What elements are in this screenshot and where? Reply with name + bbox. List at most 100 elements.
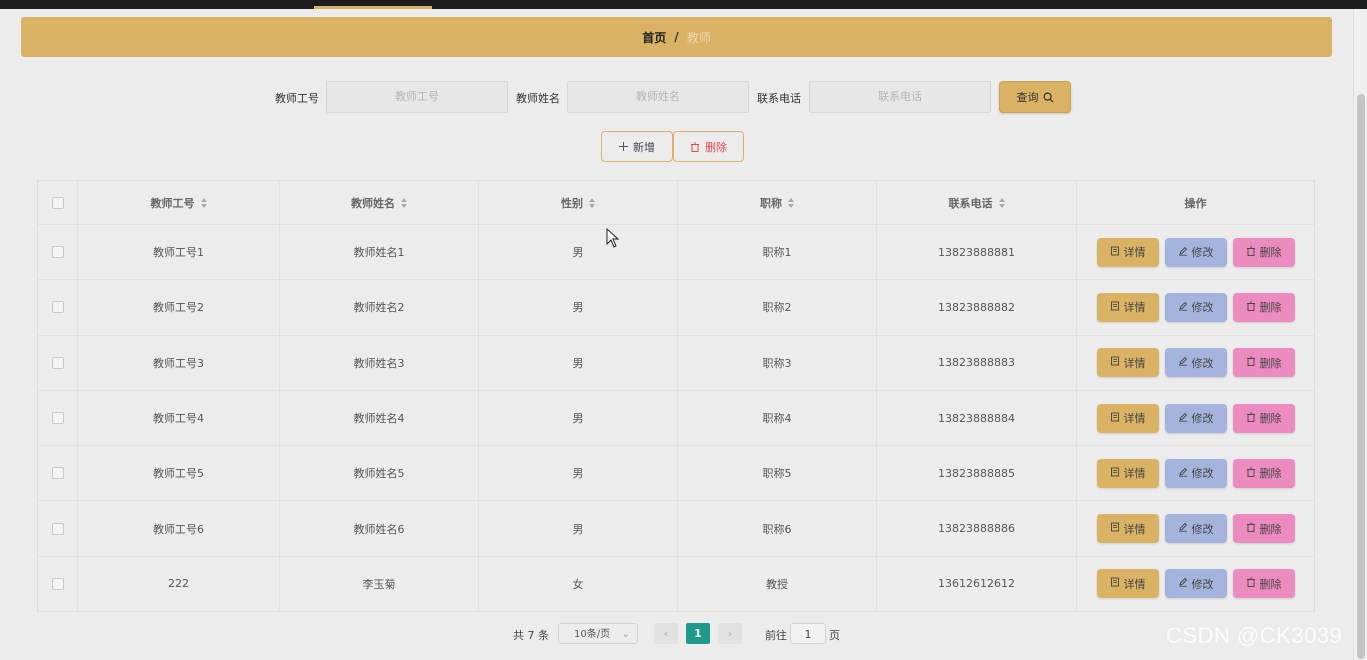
sort-icon[interactable] — [589, 197, 595, 208]
detail-button[interactable]: 详情 — [1096, 292, 1159, 322]
detail-button[interactable]: 详情 — [1096, 237, 1159, 267]
col-phone[interactable]: 联系电话 — [877, 181, 1077, 224]
trash-icon — [1246, 522, 1256, 535]
cell-text: 男 — [572, 246, 584, 260]
edit-button[interactable]: 修改 — [1164, 458, 1227, 488]
edit-button[interactable]: 修改 — [1164, 514, 1227, 544]
col-teacher-name[interactable]: 教师姓名 — [280, 181, 479, 224]
row-delete-button[interactable]: 删除 — [1232, 348, 1295, 378]
chevron-right-icon: › — [727, 627, 733, 640]
cell-teacher-id: 教师工号1 — [78, 225, 280, 280]
cell-phone: 13823888881 — [877, 225, 1077, 280]
cell-teacher-id: 教师工号4 — [78, 390, 280, 446]
breadcrumb-home[interactable]: 首页 — [642, 29, 666, 46]
pencil-icon — [1178, 467, 1188, 480]
cell-teacher-id: 教师工号5 — [78, 446, 280, 501]
edit-button[interactable]: 修改 — [1164, 348, 1227, 378]
vertical-scrollbar[interactable] — [1353, 9, 1367, 660]
pencil-icon — [1178, 522, 1188, 535]
cell-text: 13823888886 — [938, 522, 1015, 536]
row-delete-button[interactable]: 删除 — [1232, 292, 1295, 322]
row-checkbox[interactable] — [51, 522, 64, 535]
sort-icon[interactable] — [401, 197, 407, 208]
row-checkbox[interactable] — [51, 412, 64, 425]
cell-title: 职称2 — [678, 280, 877, 335]
teacher-name-input[interactable]: 教师姓名 — [567, 81, 749, 113]
delete-label: 删除 — [1259, 246, 1282, 260]
row-checkbox[interactable] — [51, 356, 64, 369]
search-icon — [1042, 91, 1053, 102]
col-label: 性别 — [561, 196, 583, 210]
edit-button[interactable]: 修改 — [1164, 292, 1227, 322]
cell-text: 教师姓名2 — [353, 301, 405, 315]
teacher-id-input[interactable]: 教师工号 — [326, 81, 508, 113]
cell-teacher-name: 李玉菊 — [280, 556, 479, 612]
row-delete-button[interactable]: 删除 — [1232, 237, 1295, 267]
detail-button[interactable]: 详情 — [1096, 458, 1159, 488]
edit-button[interactable]: 修改 — [1164, 237, 1227, 267]
detail-button[interactable]: 详情 — [1096, 569, 1159, 599]
teacher-id-label: 教师工号 — [275, 92, 319, 105]
query-button[interactable]: 查询 — [999, 81, 1071, 113]
cell-operations: 详情 修改 删除 — [1077, 280, 1314, 334]
col-title[interactable]: 职称 — [678, 181, 877, 224]
table-row: 222 李玉菊 女 教授 13612612612 详情 修改 删除 — [38, 556, 1314, 613]
phone-input[interactable]: 联系电话 — [809, 81, 991, 113]
goto-page-input[interactable]: 1 — [790, 623, 826, 644]
edit-button[interactable]: 修改 — [1164, 403, 1227, 433]
row-select-cell — [38, 501, 78, 556]
cell-phone: 13823888884 — [877, 390, 1077, 446]
add-button[interactable]: 新增 — [601, 131, 673, 162]
detail-button[interactable]: 详情 — [1096, 514, 1159, 544]
cell-text: 男 — [572, 467, 584, 481]
cell-gender: 女 — [479, 556, 678, 612]
cell-gender: 男 — [479, 225, 678, 280]
cell-text: 教师姓名3 — [353, 356, 405, 370]
prev-page-button[interactable]: ‹ — [654, 623, 678, 644]
table-row: 教师工号6 教师姓名6 男 职称6 13823888886 详情 修改 删除 — [38, 501, 1314, 557]
detail-icon — [1110, 522, 1120, 535]
col-gender[interactable]: 性别 — [479, 181, 678, 224]
col-label: 联系电话 — [948, 196, 993, 210]
detail-icon — [1110, 577, 1120, 590]
row-delete-button[interactable]: 删除 — [1232, 403, 1295, 433]
detail-icon — [1110, 301, 1120, 314]
cell-text: 13823888881 — [938, 245, 1015, 259]
trash-icon — [1246, 356, 1256, 369]
sort-icon[interactable] — [200, 197, 207, 208]
batch-delete-button[interactable]: 删除 — [673, 131, 744, 162]
row-delete-button[interactable]: 删除 — [1232, 514, 1295, 544]
breadcrumb-current: 教师 — [686, 30, 711, 45]
delete-label: 删除 — [1259, 522, 1282, 536]
cell-operations: 详情 修改 删除 — [1077, 336, 1314, 390]
cell-text: 13823888882 — [938, 300, 1015, 314]
cell-teacher-name: 教师姓名2 — [280, 280, 479, 335]
cell-text: 男 — [572, 301, 584, 315]
scrollbar-thumb[interactable] — [1357, 94, 1365, 659]
edit-label: 修改 — [1191, 467, 1214, 481]
edit-button[interactable]: 修改 — [1164, 569, 1227, 599]
detail-button[interactable]: 详情 — [1096, 403, 1159, 433]
detail-label: 详情 — [1123, 246, 1146, 260]
search-bar: 教师工号 教师工号 教师姓名 教师姓名 联系电话 联系电话 查询 — [0, 81, 1367, 113]
row-delete-button[interactable]: 删除 — [1232, 458, 1295, 488]
col-teacher-id[interactable]: 教师工号 — [78, 181, 280, 224]
sort-icon[interactable] — [998, 197, 1005, 208]
row-delete-button[interactable]: 删除 — [1232, 569, 1295, 599]
page-number-current[interactable]: 1 — [686, 623, 710, 644]
row-checkbox[interactable] — [51, 577, 64, 590]
delete-label: 删除 — [1259, 412, 1282, 426]
row-checkbox[interactable] — [51, 246, 64, 259]
detail-label: 详情 — [1123, 301, 1146, 315]
detail-button[interactable]: 详情 — [1096, 348, 1159, 378]
sort-icon[interactable] — [788, 197, 794, 208]
row-select-cell — [38, 556, 78, 612]
page-size-select[interactable]: 10条/页 ⌄ — [558, 623, 638, 644]
next-page-button[interactable]: › — [718, 623, 742, 644]
row-checkbox[interactable] — [51, 301, 64, 314]
row-checkbox[interactable] — [51, 467, 64, 480]
col-label: 操作 — [1184, 196, 1207, 210]
cell-teacher-name: 教师姓名5 — [280, 446, 479, 501]
select-all-checkbox[interactable] — [51, 196, 64, 209]
edit-label: 修改 — [1191, 412, 1214, 426]
